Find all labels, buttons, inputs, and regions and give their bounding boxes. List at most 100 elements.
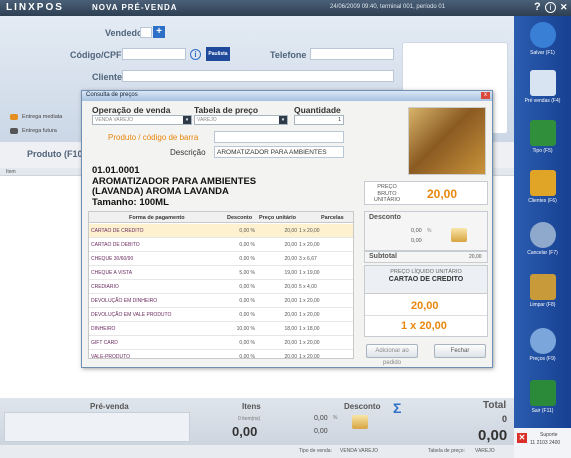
vendedor-input[interactable]: [140, 27, 152, 38]
subtotal-label: Subtotal: [369, 253, 397, 260]
support-phone: 11 2103 2400: [530, 440, 561, 446]
descricao-label: Descrição: [170, 148, 206, 157]
support-label: Suporte: [540, 432, 558, 438]
magnifier-icon: [529, 328, 556, 354]
net-price-label: Preço líquido unitário: [390, 269, 462, 275]
tabela-preco-label: Tabela de preço:: [428, 448, 465, 454]
add-vendedor-button[interactable]: +: [153, 26, 165, 38]
discount-cell: 0,00 %: [239, 242, 255, 248]
product-name-line2: (LAVANDA) AROMA LAVANDA: [92, 186, 229, 197]
add-to-order-button[interactable]: Adicionar ao pedido: [366, 344, 418, 366]
sair-button[interactable]: Sair (F11): [514, 380, 571, 414]
installments-cell: 1 x 20,00: [299, 354, 320, 359]
clientes-button[interactable]: Clientes (F6): [514, 170, 571, 204]
payment-method: GIFT CARD: [91, 340, 118, 346]
total-value: 0,00: [478, 427, 508, 444]
cliente-input[interactable]: [122, 70, 394, 82]
precos-button[interactable]: Preços (F9): [514, 328, 571, 362]
table-row[interactable]: CARTAO DE DEBITO 0,00 % 20,00 1 x 20,00: [89, 238, 353, 252]
close-icon[interactable]: ✕: [560, 2, 568, 13]
cancel-icon: [529, 222, 556, 248]
table-row[interactable]: DINHEIRO 10,00 % 18,00 1 x 18,00: [89, 322, 353, 336]
barcode-input[interactable]: [214, 131, 344, 143]
table-row[interactable]: CARTAO DE CREDITO 0,00 % 20,00 1 x 20,00: [89, 224, 353, 238]
tabela-select[interactable]: VAREJO ▾: [194, 115, 288, 125]
desconto-label: Desconto: [344, 402, 381, 411]
disk-icon: [529, 22, 556, 48]
entrega-futura-option[interactable]: Entrega futura: [22, 128, 57, 134]
pre-vendas-button[interactable]: Pré vendas (F4): [514, 70, 571, 104]
col-parcelas: Parcelas: [321, 215, 344, 221]
table-row[interactable]: CHEQUE A VISTA 5,00 % 19,00 1 x 19,00: [89, 266, 353, 280]
prevenda-label: Pré-venda: [90, 402, 129, 411]
divider: [365, 315, 487, 316]
entrega-mediata-option[interactable]: Entrega mediata: [22, 114, 62, 120]
table-row[interactable]: DEVOLUÇÃO EM VALE PRODUTO 0,00 % 20,00 1 x …: [89, 308, 353, 322]
unit-price-cell: 20,00: [284, 242, 297, 248]
action-sidebar: Salvar (F1) Pré vendas (F4) Tipo (F5) Cl…: [514, 16, 571, 458]
table-row[interactable]: DEVOLUÇÃO EM DINHEIRO 0,00 % 20,00 1 x 20,0…: [89, 294, 353, 308]
info-icon[interactable]: i: [545, 2, 556, 13]
payment-method: DEVOLUÇÃO EM VALE PRODUTO: [91, 312, 172, 318]
installments-cell: 1 x 20,00: [299, 298, 320, 304]
net-price-header: Preço líquido unitário CARTAO DE CREDITO: [365, 266, 487, 294]
net-price-method: CARTAO DE CREDITO: [388, 276, 464, 283]
app-logo: LINXPOS: [6, 2, 64, 13]
subtotal-box: Subtotal 20,00: [364, 251, 488, 263]
product-code: 01.01.0001: [92, 165, 140, 176]
table-row[interactable]: CHEQUE 30/60/90 0,00 % 20,00 3 x 6,67: [89, 252, 353, 266]
net-parcelas-value: 1 x 20,00: [401, 320, 447, 332]
installments-cell: 1 x 20,00: [299, 312, 320, 318]
gross-price-box: Preço bruto unitário 20,00: [364, 181, 488, 205]
help-icon[interactable]: ?: [534, 1, 541, 13]
itens-label: Itens: [242, 402, 261, 411]
cliente-label: Cliente: [92, 72, 123, 82]
close-dialog-button[interactable]: Fechar: [434, 344, 486, 358]
table-row[interactable]: CREDIARIO 0,00 % 20,00 5 x 4,00: [89, 280, 353, 294]
col-forma: Forma de pagamento: [129, 215, 185, 221]
chevron-down-icon: ▾: [279, 116, 287, 124]
limpar-button[interactable]: Limpar (F8): [514, 274, 571, 308]
quantidade-input[interactable]: 1: [294, 115, 344, 125]
document-icon: [529, 70, 556, 96]
installments-cell: 1 x 20,00: [299, 242, 320, 248]
chevron-down-icon: ▾: [183, 116, 191, 124]
cancelar-button[interactable]: Cancelar (F7): [514, 222, 571, 256]
net-price-value: 20,00: [411, 300, 439, 312]
linx-logo-icon: ✕: [517, 433, 527, 443]
table-row[interactable]: VALE-PRODUTO 0,00 % 20,00 1 x 20,00: [89, 350, 353, 359]
subtotal-value: 20,00: [469, 254, 482, 260]
operacao-select[interactable]: VENDA VAREJO ▾: [92, 115, 192, 125]
net-price-box: Preço líquido unitário CARTAO DE CREDITO…: [364, 265, 488, 337]
status-footer: Tipo de venda: VENDA VAREJO Tabela de pr…: [0, 445, 514, 458]
session-status: 24/06/2009 09:40, terminal 001, período …: [330, 4, 446, 10]
descricao-input[interactable]: AROMATIZADOR PARA AMBIENTES: [214, 146, 344, 158]
discount-cell: 0,00 %: [239, 354, 255, 359]
col-preco: Preço unitário: [259, 215, 296, 221]
tipo-button[interactable]: Tipo (F5): [514, 120, 571, 154]
installments-cell: 1 x 20,00: [299, 228, 320, 234]
discount-cell: 5,00 %: [239, 270, 255, 276]
unit-price-cell: 20,00: [284, 228, 297, 234]
prevenda-box: [4, 412, 190, 442]
itens-count: 0 item(ns): [238, 416, 261, 422]
dialog-close-icon[interactable]: x: [481, 92, 490, 99]
dialog-title-bar: Consulta de preços x: [82, 91, 492, 101]
codigo-cpf-input[interactable]: [122, 48, 186, 60]
dialog-title: Consulta de preços: [86, 92, 138, 98]
window-title: NOVA PRÉ-VENDA: [92, 3, 178, 12]
info-icon[interactable]: i: [190, 49, 201, 60]
save-button[interactable]: Salvar (F1): [514, 22, 571, 56]
discount-label: Desconto: [369, 214, 401, 221]
desconto-percent: 0,00: [314, 415, 328, 422]
discount-tag-icon[interactable]: [352, 415, 368, 429]
payment-method: CHEQUE 30/60/90: [91, 256, 134, 262]
table-header: Forma de pagamento Desconto Preço unitár…: [89, 212, 353, 223]
telefone-input[interactable]: [310, 48, 394, 60]
tipo-venda-value: VENDA VAREJO: [340, 448, 378, 454]
installments-cell: 1 x 19,00: [299, 270, 320, 276]
support-box: ✕ Suporte 11 2103 2400: [514, 428, 571, 458]
discount-tag-icon[interactable]: [451, 228, 467, 242]
table-row[interactable]: GIFT CARD 0,00 % 20,00 1 x 20,00: [89, 336, 353, 350]
total-count: 0: [502, 414, 508, 424]
